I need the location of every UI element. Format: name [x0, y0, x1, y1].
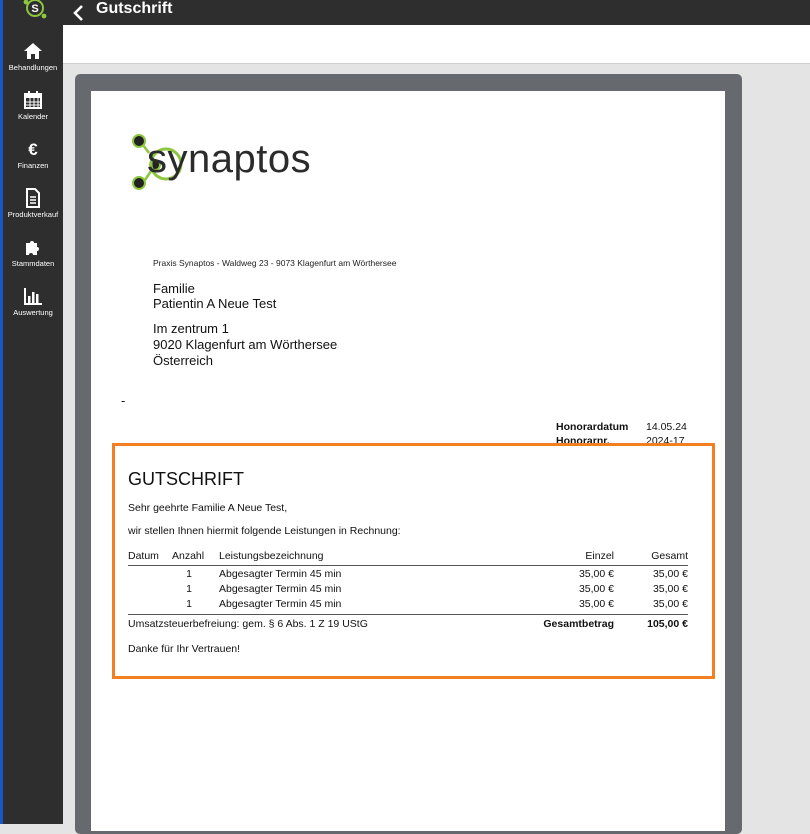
- table-row-anzahl: 1: [186, 598, 192, 610]
- sidebar-item-kalender[interactable]: Kalender: [3, 90, 63, 121]
- sidebar-item-label: Produktverkauf: [7, 210, 59, 219]
- puzzle-icon: [26, 241, 39, 255]
- bar-chart-icon: [24, 288, 42, 305]
- recipient-city: 9020 Klagenfurt am Wörthersee: [153, 337, 338, 352]
- table-row-leistung: Abgesagter Termin 45 min: [219, 598, 342, 610]
- table-row-gesamt: 35,00 €: [652, 583, 688, 595]
- table-row-einzel: 35,00 €: [578, 568, 614, 580]
- recipient-street: Im zentrum 1: [153, 321, 229, 336]
- total-label: Gesamtbetrag: [543, 618, 614, 630]
- intro-text: wir stellen Ihnen hiermit folgende Leist…: [128, 525, 401, 537]
- recipient-name: Patientin A Neue Test: [153, 296, 277, 311]
- home-icon: [24, 43, 42, 59]
- sidebar-item-produktverkauf[interactable]: Produktverkauf: [3, 188, 63, 219]
- document-icon: [26, 188, 40, 208]
- closing-text: Danke für Ihr Vertrauen!: [128, 643, 241, 655]
- top-bar: [63, 0, 810, 25]
- chevron-left-icon: [73, 4, 83, 21]
- table-row-leistung: Abgesagter Termin 45 min: [219, 583, 342, 595]
- recipient-line-1: Familie: [153, 281, 195, 296]
- table-row-anzahl: 1: [186, 583, 192, 595]
- page-title: Gutschrift: [96, 0, 173, 17]
- table-row-leistung: Abgesagter Termin 45 min: [219, 568, 342, 580]
- invoice-date-value: 14.05.24: [646, 421, 687, 433]
- toolbar-area: [63, 25, 810, 64]
- sidebar-item-finanzen[interactable]: € Finanzen: [3, 139, 63, 170]
- col-header-einzel: Einzel: [585, 550, 614, 562]
- sidebar-item-label: Auswertung: [13, 308, 53, 317]
- total-value: 105,00 €: [647, 618, 688, 630]
- salutation: Sehr geehrte Familie A Neue Test,: [128, 502, 288, 514]
- sidebar-item-label: Stammdaten: [11, 259, 55, 268]
- tax-exemption-note: Umsatzsteuerbefreiung: gem. § 6 Abs. 1 Z…: [128, 618, 368, 630]
- euro-icon: €: [28, 140, 38, 159]
- calendar-icon: [24, 91, 42, 109]
- sidebar-item-behandlungen[interactable]: Behandlungen: [3, 41, 63, 72]
- col-header-gesamt: Gesamt: [651, 550, 688, 562]
- table-row-gesamt: 35,00 €: [652, 568, 688, 580]
- table-row-einzel: 35,00 €: [578, 598, 614, 610]
- sidebar: S Behandlungen Kalender € Finanzen Produ…: [0, 0, 63, 824]
- dash-marker: -: [121, 393, 126, 408]
- table-row-einzel: 35,00 €: [578, 583, 614, 595]
- svg-text:S: S: [31, 3, 38, 15]
- sidebar-item-auswertung[interactable]: Auswertung: [3, 286, 63, 317]
- sidebar-item-label: Kalender: [17, 112, 49, 121]
- sidebar-item-stammdaten[interactable]: Stammdaten: [3, 237, 63, 268]
- svg-text:€: €: [28, 140, 38, 159]
- table-row-anzahl: 1: [186, 568, 192, 580]
- col-header-leistung: Leistungsbezeichnung: [219, 550, 324, 562]
- document-heading: GUTSCHRIFT: [128, 469, 244, 489]
- col-header-anzahl: Anzahl: [172, 550, 205, 562]
- col-header-datum: Datum: [128, 550, 159, 562]
- sidebar-item-label: Finanzen: [17, 161, 49, 170]
- sidebar-item-label: Behandlungen: [8, 63, 58, 72]
- sender-line: Praxis Synaptos - Waldweg 23 - 9073 Klag…: [153, 258, 397, 268]
- table-footer-rule: [128, 614, 688, 615]
- table-row-gesamt: 35,00 €: [652, 598, 688, 610]
- recipient-country: Österreich: [153, 353, 213, 368]
- table-header-rule: [128, 565, 688, 566]
- invoice-date-label: Honorardatum: [556, 421, 629, 433]
- app-logo-icon[interactable]: S: [22, 0, 48, 22]
- logo-text: ssynaptosynaptos: [147, 137, 312, 181]
- back-button[interactable]: [72, 0, 86, 25]
